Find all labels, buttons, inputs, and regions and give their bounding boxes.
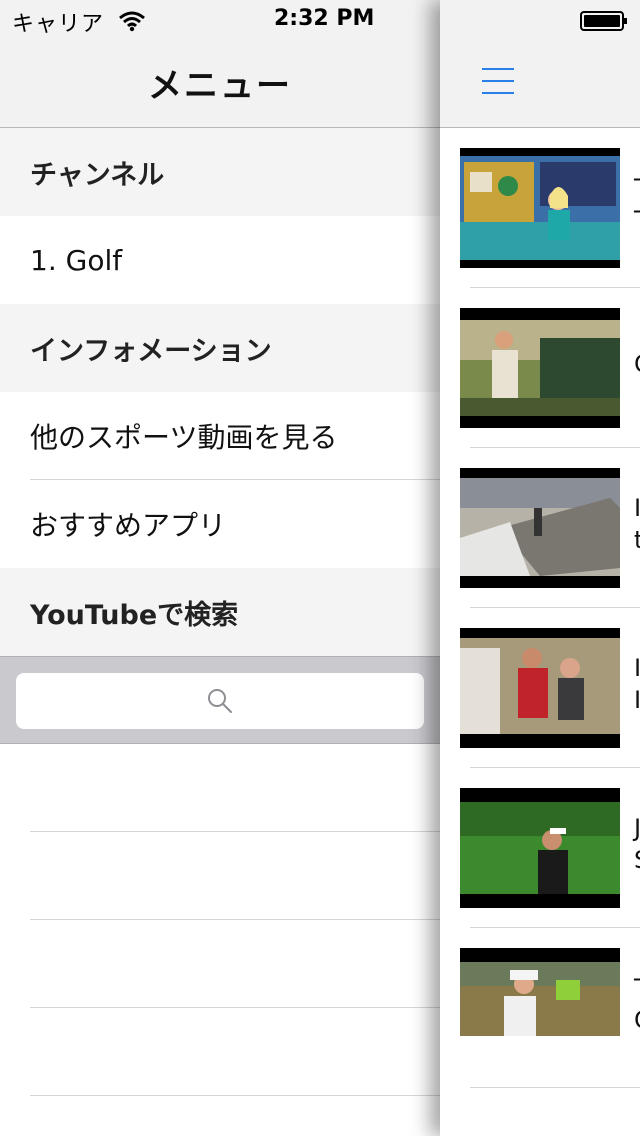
menu-item-label: 他のスポーツ動画を見る	[30, 421, 338, 454]
side-menu: メニュー チャンネル 1. Golf インフォメーション 他のスポーツ動画を見る…	[0, 0, 440, 1136]
section-label: インフォメーション	[30, 335, 272, 367]
hamburger-menu-icon[interactable]	[482, 68, 514, 94]
menu-item-recommended-apps[interactable]: おすすめアプリ	[0, 480, 440, 568]
video-thumbnail	[460, 628, 620, 748]
video-list: T T C	[440, 128, 640, 1088]
empty-row	[0, 744, 440, 832]
menu-item-golf[interactable]: 1. Golf	[0, 216, 440, 304]
video-title: T C	[634, 972, 640, 1036]
menu-title: メニュー	[148, 66, 292, 106]
video-thumbnail	[460, 948, 620, 1036]
menu-list: チャンネル 1. Golf インフォメーション 他のスポーツ動画を見る おすすめ…	[0, 128, 440, 656]
menu-item-label: おすすめアプリ	[30, 509, 227, 542]
video-row[interactable]: I I	[440, 608, 640, 768]
empty-row	[0, 1008, 440, 1096]
status-bar: キャリア 2:32 PM	[0, 0, 640, 40]
video-row[interactable]: T T	[440, 128, 640, 288]
search-bar	[0, 656, 440, 744]
empty-row	[0, 920, 440, 1008]
menu-item-other-sports[interactable]: 他のスポーツ動画を見る	[0, 392, 440, 480]
video-thumbnail	[460, 148, 620, 268]
video-title: T T	[634, 172, 640, 236]
video-title: I I	[634, 654, 640, 714]
section-header-channel: チャンネル	[0, 128, 440, 216]
section-label: チャンネル	[30, 159, 165, 191]
video-thumbnail	[460, 468, 620, 588]
video-row[interactable]: I t	[440, 448, 640, 608]
video-title: J S	[634, 814, 640, 874]
video-row[interactable]: T C	[440, 928, 640, 1088]
carrier-label: キャリア	[12, 12, 105, 37]
video-thumbnail	[460, 308, 620, 428]
section-label: YouTubeで検索	[30, 599, 239, 631]
video-list-panel: T T C	[440, 0, 640, 1136]
video-row[interactable]: J S	[440, 768, 640, 928]
search-icon	[208, 689, 232, 713]
video-title: C	[634, 332, 640, 380]
clock: 2:32 PM	[274, 6, 375, 31]
battery-icon	[580, 11, 627, 31]
wifi-icon	[119, 11, 145, 32]
section-header-information: インフォメーション	[0, 304, 440, 392]
menu-item-label: 1. Golf	[30, 243, 123, 277]
section-header-youtube-search: YouTubeで検索	[0, 568, 440, 656]
search-input[interactable]	[16, 673, 424, 729]
video-title: I t	[634, 494, 640, 554]
empty-row	[0, 832, 440, 920]
empty-rows	[0, 744, 440, 1096]
video-row[interactable]: C	[440, 288, 640, 448]
video-thumbnail	[460, 788, 620, 908]
